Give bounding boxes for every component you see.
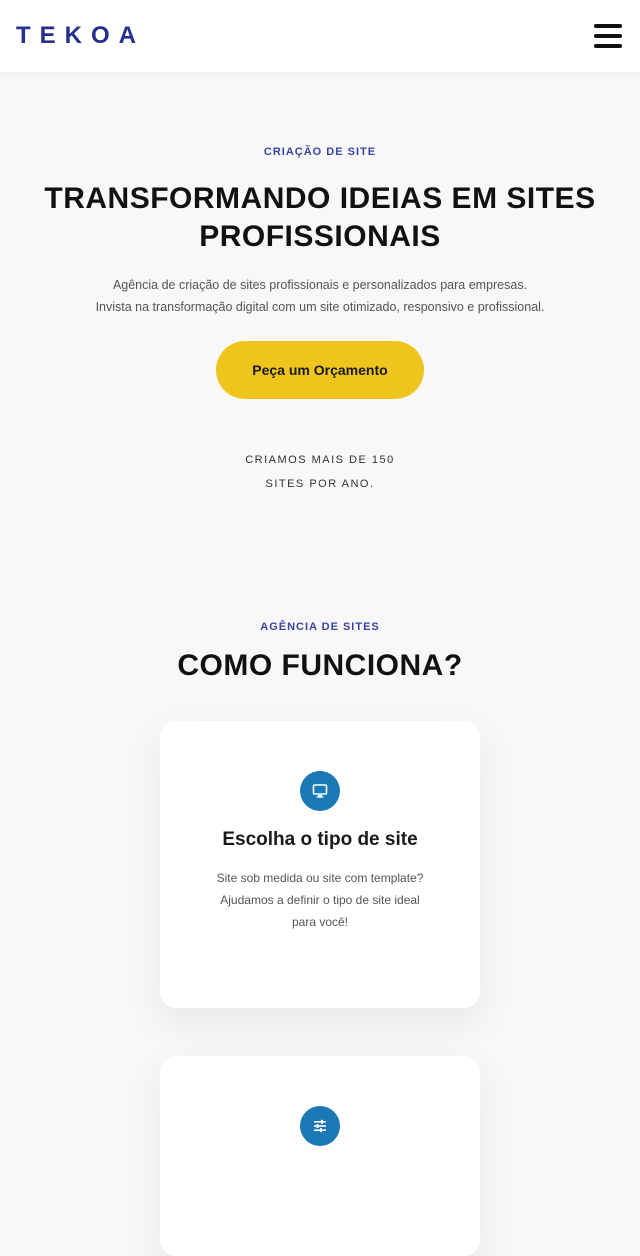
menu-bar [594, 44, 622, 48]
step-card-description: Site sob medida ou site com template? Aj… [200, 867, 440, 933]
site-header: TEKOA [0, 0, 640, 72]
card-desc-line: Site sob medida ou site com template? [216, 871, 424, 885]
step-card-site-type: Escolha o tipo de site Site sob medida o… [160, 721, 480, 1008]
hero-title-line-2: PROFISSIONAIS [199, 220, 441, 253]
section-eyebrow: AGÊNCIA DE SITES [260, 621, 380, 633]
sites-per-year-stat: CRIAMOS MAIS DE 150 SITES POR ANO. [0, 448, 640, 496]
request-quote-button[interactable]: Peça um Orçamento [216, 341, 424, 399]
card-desc-line: Ajudamos a definir o tipo de site ideal [220, 893, 420, 907]
menu-bar [594, 24, 622, 28]
step-card-2 [160, 1056, 480, 1256]
menu-bar [594, 34, 622, 38]
hero-title-line-1: TRANSFORMANDO IDEIAS EM SITES [44, 182, 596, 215]
hero-description: Agência de criação de sites profissionai… [0, 274, 640, 318]
section-title: COMO FUNCIONA? [177, 649, 463, 682]
hamburger-menu-icon[interactable] [592, 22, 624, 50]
stat-line-1: CRIAMOS MAIS DE 150 [245, 454, 395, 466]
card-desc-line: para você! [291, 915, 349, 929]
tekoa-logo[interactable]: TEKOA [16, 22, 145, 50]
stat-line-2: SITES POR ANO. [265, 478, 375, 490]
settings-sliders-icon [300, 1106, 340, 1146]
hero-eyebrow: CRIAÇÃO DE SITE [263, 146, 377, 158]
hero-title: TRANSFORMANDO IDEIAS EM SITES PROFISSION… [30, 180, 610, 256]
hero-description-line-1: Agência de criação de sites profissionai… [112, 278, 528, 292]
hero-description-line-2: Invista na transformação digital com um … [95, 300, 545, 314]
step-card-title: Escolha o tipo de site [222, 829, 418, 850]
monitor-icon [300, 771, 340, 811]
